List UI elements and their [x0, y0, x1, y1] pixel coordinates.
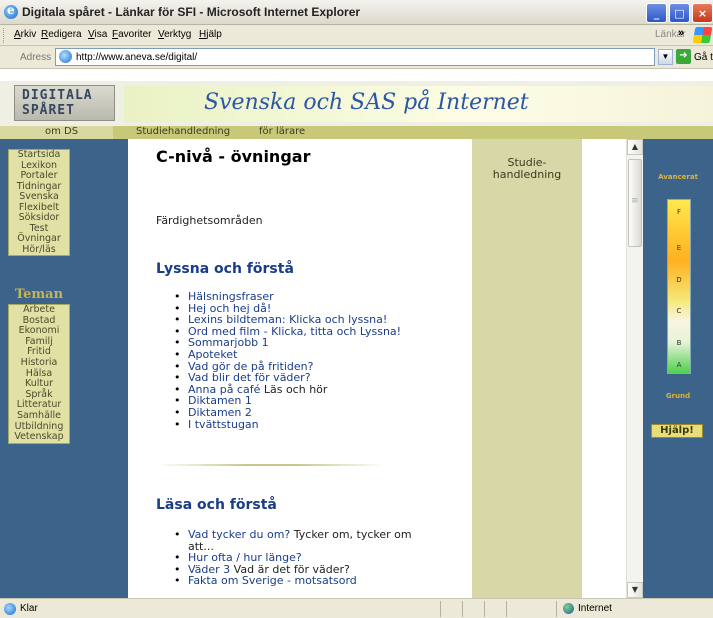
site-banner: Svenska och SAS på Internet	[124, 86, 713, 122]
level-a[interactable]: A	[668, 361, 690, 369]
list-item: Fakta om Sverige - motsatsord	[174, 575, 414, 587]
help-button[interactable]: Hjälp!	[651, 424, 703, 438]
status-bar: Klar Internet	[0, 598, 713, 618]
nav-om-ds[interactable]: om DS	[45, 126, 78, 137]
internet-zone-icon	[563, 603, 574, 614]
list-item: Vad tycker du om? Tycker om, tycker om a…	[174, 529, 414, 552]
address-bar: Adress http://www.aneva.se/digital/ ▼ ➜ …	[0, 46, 713, 69]
section-heading-lyssna: Lyssna och förstå	[156, 261, 294, 277]
close-button[interactable]: ×	[692, 3, 713, 23]
teman-menu: Arbete Bostad Ekonomi Familj Fritid Historia H…	[8, 304, 70, 444]
level-c[interactable]: C	[668, 307, 690, 315]
main-content: C-nivå - övningar Färdighetsområden Lyss…	[128, 139, 472, 598]
menu-bar: Arkiv Redigera Visa Favoriter Verktyg Hj…	[0, 25, 713, 46]
menu-verktyg[interactable]: Verktyg	[158, 29, 191, 40]
page-title: C-nivå - övningar	[156, 147, 311, 166]
status-separator	[462, 601, 463, 617]
section-heading-lasa: Läsa och förstå	[156, 497, 277, 513]
menu-redigera[interactable]: Redigera	[41, 29, 82, 40]
window-title: Digitala spåret - Länkar för SFI - Micro…	[22, 5, 361, 19]
status-separator	[556, 601, 557, 617]
level-d[interactable]: D	[668, 276, 690, 284]
list-item: I tvättstugan	[174, 418, 472, 431]
ie-icon	[4, 3, 18, 19]
scroll-thumb[interactable]	[628, 159, 642, 247]
level-top-label: Avancerat	[658, 173, 698, 181]
address-dropdown-icon[interactable]: ▼	[658, 49, 673, 65]
menu-favoriter[interactable]: Favoriter	[112, 29, 151, 40]
studie-label-line2: handledning	[492, 168, 562, 181]
link-note: Läs och hör	[260, 382, 328, 396]
level-bottom-label: Grund	[665, 392, 691, 400]
spacer	[582, 139, 626, 598]
logo-line1: DIGITALA	[22, 88, 93, 103]
site-logo[interactable]: DIGITALA SPÅRET	[14, 85, 115, 121]
go-arrow-icon[interactable]: ➜	[676, 49, 691, 64]
top-nav: om DS Studiehandledning för lärare	[0, 126, 713, 139]
status-separator	[440, 601, 441, 617]
windows-logo-icon	[692, 27, 713, 43]
exercise-link[interactable]: Fakta om Sverige - motsatsord	[188, 574, 357, 587]
page-icon	[59, 50, 72, 63]
section-label: Färdighetsområden	[156, 214, 263, 227]
right-sidebar: Avancerat F E D C B A Grund Hjälp!	[643, 139, 713, 598]
maximize-button[interactable]: □	[669, 3, 690, 23]
minimize-button[interactable]: _	[646, 3, 667, 23]
status-separator	[506, 601, 507, 617]
sidebar-item-hor-las[interactable]: Hör/läs	[9, 244, 69, 256]
address-label: Adress	[20, 52, 52, 63]
studie-column: Studie- handledning	[472, 139, 582, 598]
main-menu: Startsida Lexikon Portaler Tidningar Svenska…	[8, 149, 70, 256]
teman-item-arbete[interactable]: Arbete	[9, 304, 69, 316]
teman-item-samhalle[interactable]: Samhälle	[9, 410, 69, 422]
go-button[interactable]: Gå till	[694, 52, 713, 63]
vertical-scrollbar[interactable]: ▲ ▼	[626, 139, 643, 598]
window-controls: _ □ ×	[646, 3, 713, 23]
status-separator	[484, 601, 485, 617]
nav-studiehandledning[interactable]: Studiehandledning	[136, 126, 230, 137]
divider	[156, 464, 386, 466]
address-url[interactable]: http://www.aneva.se/digital/	[76, 52, 197, 63]
status-text: Klar	[20, 603, 38, 614]
scroll-down-icon[interactable]: ▼	[627, 582, 643, 598]
address-input[interactable]: http://www.aneva.se/digital/	[55, 48, 655, 66]
scroll-up-icon[interactable]: ▲	[627, 139, 643, 155]
sidebar-item-portaler[interactable]: Portaler	[9, 170, 69, 182]
sidebar-item-soksidor[interactable]: Söksidor	[9, 212, 69, 224]
level-b[interactable]: B	[668, 339, 690, 347]
link-list-lasa: Vad tycker du om? Tycker om, tycker om a…	[174, 529, 414, 587]
banner-title: Svenska och SAS på Internet	[204, 90, 529, 115]
site-header: DIGITALA SPÅRET Svenska och SAS på Inter…	[0, 81, 713, 126]
studie-link[interactable]: Studie- handledning	[472, 157, 582, 181]
sidebar-item-startsida[interactable]: Startsida	[9, 149, 69, 161]
link-list-lyssna: HälsningsfraserHej och hej då!Lexins bil…	[174, 291, 472, 430]
page-status-icon	[4, 603, 16, 615]
zone-text: Internet	[578, 603, 612, 614]
title-bar: Digitala spåret - Länkar för SFI - Micro…	[0, 0, 713, 25]
exercise-link[interactable]: I tvättstugan	[188, 418, 259, 431]
level-e[interactable]: E	[668, 244, 690, 252]
teman-item-historia[interactable]: Historia	[9, 357, 69, 369]
left-sidebar: Startsida Lexikon Portaler Tidningar Svenska…	[0, 139, 128, 598]
nav-for-larare[interactable]: för lärare	[259, 126, 305, 137]
menu-hjalp[interactable]: Hjälp	[199, 29, 222, 40]
level-bar: F E D C B A	[667, 199, 691, 374]
level-f[interactable]: F	[668, 208, 690, 216]
toolbar-grip[interactable]	[3, 28, 6, 43]
sidebar-item-svenska[interactable]: Svenska	[9, 191, 69, 203]
menu-visa[interactable]: Visa	[88, 29, 107, 40]
sidebar-item-ovningar[interactable]: Övningar	[9, 233, 69, 245]
logo-line2: SPÅRET	[22, 103, 75, 118]
links-chevron-icon[interactable]: »	[678, 27, 684, 39]
teman-heading: Teman	[14, 287, 64, 302]
teman-item-vetenskap[interactable]: Vetenskap	[9, 432, 69, 443]
menu-arkiv[interactable]: Arkiv	[14, 29, 36, 40]
